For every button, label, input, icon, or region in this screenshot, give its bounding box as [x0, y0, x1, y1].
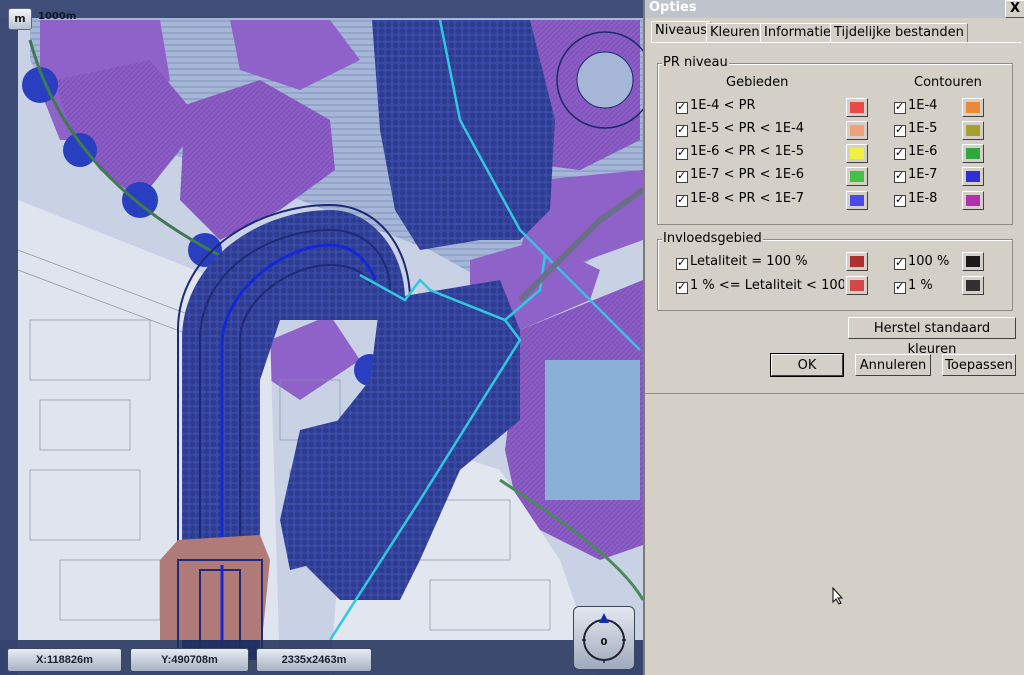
- tab-niveaus[interactable]: Niveaus: [651, 21, 712, 42]
- area-label-1e7: 1E-7 < PR < 1E-6: [690, 167, 805, 182]
- mouse-cursor-icon: [832, 587, 844, 605]
- lethality-100-area-color-button[interactable]: [846, 252, 868, 271]
- contour-100-color-button[interactable]: [962, 252, 984, 271]
- compass-icon: 0: [582, 613, 626, 663]
- area-checkbox-1e7[interactable]: [676, 169, 688, 183]
- tab-panel-niveaus: PR niveau Gebieden Contouren 1E-4 < PR 1…: [651, 42, 1021, 393]
- reset-default-colors-button[interactable]: Herstel standaard kleuren: [848, 317, 1016, 357]
- area-color-button-1e7[interactable]: [846, 167, 868, 186]
- scale-bar-label: 1000m: [38, 11, 77, 22]
- area-color-button-1e8[interactable]: [846, 191, 868, 210]
- color-swatch: [850, 256, 864, 267]
- lethality-1-area-color-button[interactable]: [846, 276, 868, 295]
- color-swatch: [850, 125, 864, 136]
- lethality-100-label: Letaliteit = 100 %: [690, 254, 808, 269]
- contour-label-1e8: 1E-8: [908, 191, 938, 206]
- color-swatch: [966, 195, 980, 206]
- lethality-1-checkbox[interactable]: [676, 280, 688, 294]
- contour-checkbox-1e6[interactable]: [894, 146, 906, 160]
- area-color-button-1e5[interactable]: [846, 121, 868, 140]
- contours-column-header: Contouren: [914, 75, 982, 90]
- y-coordinate-readout: Y:490708m: [130, 648, 249, 672]
- color-swatch: [850, 102, 864, 113]
- contour-1-checkbox[interactable]: [894, 280, 906, 294]
- color-swatch: [850, 195, 864, 206]
- color-swatch: [966, 280, 980, 291]
- color-swatch: [966, 102, 980, 113]
- area-label-1e6: 1E-6 < PR < 1E-5: [690, 144, 805, 159]
- area-checkbox-1e4[interactable]: [676, 100, 688, 114]
- contour-checkbox-1e4[interactable]: [894, 100, 906, 114]
- dialog-title: Opties: [649, 0, 697, 15]
- tab-informatie[interactable]: Informatie: [760, 23, 836, 42]
- color-swatch: [966, 171, 980, 182]
- area-label-1e8: 1E-8 < PR < 1E-7: [690, 191, 805, 206]
- color-swatch: [850, 148, 864, 159]
- tab-tijdelijke-bestanden[interactable]: Tijdelijke bestanden: [830, 23, 968, 42]
- contour-100-label: 100 %: [908, 254, 950, 269]
- contour-color-button-1e7[interactable]: [962, 167, 984, 186]
- contour-label-1e4: 1E-4: [908, 98, 938, 113]
- color-swatch: [850, 280, 864, 291]
- apply-button[interactable]: Toepassen: [942, 354, 1016, 376]
- tab-kleuren[interactable]: Kleuren: [706, 23, 764, 42]
- area-checkbox-1e8[interactable]: [676, 193, 688, 207]
- influence-area-legend: Invloedsgebied: [662, 231, 763, 246]
- panel-divider: [645, 393, 1024, 394]
- contour-color-button-1e8[interactable]: [962, 191, 984, 210]
- influence-area-group: Invloedsgebied Letaliteit = 100 % 100 % …: [657, 231, 1013, 311]
- lethality-1-label: 1 % <= Letaliteit < 100 %: [690, 278, 844, 293]
- compass-control[interactable]: 0: [573, 606, 635, 670]
- pr-level-legend: PR niveau: [662, 55, 729, 70]
- map-view[interactable]: m 1000m X:118826m Y:490708m 2335x2463m 0: [0, 0, 643, 675]
- area-color-button-1e4[interactable]: [846, 98, 868, 117]
- area-label-1e4: 1E-4 < PR: [690, 98, 756, 113]
- contour-label-1e6: 1E-6: [908, 144, 938, 159]
- area-color-button-1e6[interactable]: [846, 144, 868, 163]
- contour-color-button-1e5[interactable]: [962, 121, 984, 140]
- areas-column-header: Gebieden: [726, 75, 789, 90]
- color-swatch: [966, 256, 980, 267]
- scale-toggle-button[interactable]: m: [8, 8, 32, 30]
- cancel-button[interactable]: Annuleren: [855, 354, 931, 376]
- compass-value: 0: [601, 637, 608, 648]
- map-extent-readout: 2335x2463m: [256, 648, 372, 672]
- area-checkbox-1e6[interactable]: [676, 146, 688, 160]
- color-swatch: [966, 125, 980, 136]
- x-coordinate-readout: X:118826m: [7, 648, 122, 672]
- contour-label-1e7: 1E-7: [908, 167, 938, 182]
- contour-100-checkbox[interactable]: [894, 256, 906, 270]
- options-dialog: Opties X Niveaus Kleuren Informatie Tijd…: [643, 0, 1024, 675]
- area-label-1e5: 1E-5 < PR < 1E-4: [690, 121, 805, 136]
- color-swatch: [850, 171, 864, 182]
- contour-label-1e5: 1E-5: [908, 121, 938, 136]
- color-swatch: [966, 148, 980, 159]
- contour-1-label: 1 %: [908, 278, 933, 293]
- contour-color-button-1e4[interactable]: [962, 98, 984, 117]
- pr-level-group: PR niveau Gebieden Contouren 1E-4 < PR 1…: [657, 55, 1013, 225]
- lethality-100-checkbox[interactable]: [676, 256, 688, 270]
- area-checkbox-1e5[interactable]: [676, 123, 688, 137]
- close-button[interactable]: X: [1005, 0, 1024, 18]
- contour-checkbox-1e7[interactable]: [894, 169, 906, 183]
- contour-color-button-1e6[interactable]: [962, 144, 984, 163]
- ok-button[interactable]: OK: [770, 353, 844, 377]
- contour-1-color-button[interactable]: [962, 276, 984, 295]
- map-canvas[interactable]: [0, 0, 643, 675]
- contour-checkbox-1e5[interactable]: [894, 123, 906, 137]
- contour-checkbox-1e8[interactable]: [894, 193, 906, 207]
- dialog-titlebar[interactable]: Opties X: [645, 0, 1024, 18]
